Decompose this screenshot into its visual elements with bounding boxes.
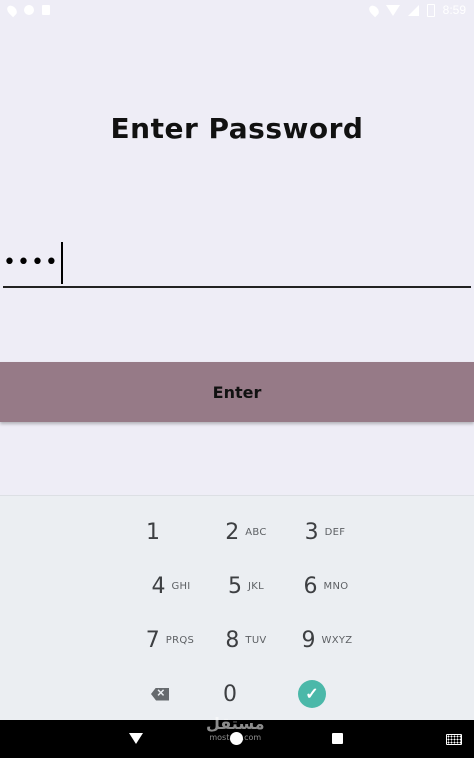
location-icon [5,3,19,17]
watermark: مستقل mostaql.com [206,716,265,742]
key-4[interactable]: 4 GHI [133,563,209,609]
key-letters: WXYZ [321,634,353,646]
wifi-icon [385,4,400,16]
keyboard-switch-icon[interactable] [446,734,462,745]
key-digit: 4 [151,573,166,599]
status-bar: 8:59 [0,0,474,20]
numeric-keyboard: 1 2 ABC 3 DEF 4 GHI 5 JKL 6 MNO 7 PRQS 8… [0,495,474,721]
location-icon [366,3,381,17]
watermark-sub: mostaql.com [209,733,262,742]
key-9[interactable]: 9 WXYZ [289,617,365,663]
checkmark-icon: ✓ [298,680,326,708]
status-time: 8:59 [442,3,466,17]
enter-button[interactable]: Enter [0,362,474,422]
key-letters: PRQS [165,634,195,646]
key-5[interactable]: 5 JKL [208,563,284,609]
status-left [5,3,50,17]
backspace-key[interactable] [122,671,198,717]
key-digit: 3 [304,519,319,545]
password-value: •••• [3,250,59,275]
key-digit: 0 [223,681,237,707]
watermark-main: مستقل [206,714,265,733]
key-letters: JKL [248,580,264,592]
key-3[interactable]: 3 DEF [287,509,363,555]
key-0[interactable]: 0 [192,671,268,717]
key-1[interactable]: 1 [115,509,191,555]
page-title: Enter Password [110,112,364,145]
key-digit: 9 [301,627,316,653]
key-digit: 6 [303,573,318,599]
key-letters: TUV [245,634,267,646]
password-field[interactable]: •••• [3,240,471,288]
key-8[interactable]: 8 TUV [208,617,284,663]
backspace-icon [151,687,169,701]
status-right: 8:59 [366,3,466,17]
cellular-icon [407,4,419,16]
key-letters: DEF [324,526,346,538]
key-letters: MNO [323,580,349,592]
key-digit: 5 [228,573,242,599]
recents-icon[interactable] [332,733,343,744]
key-letters: GHI [171,580,191,592]
key-letters: ABC [245,526,267,538]
text-caret [60,242,63,284]
key-digit: 7 [145,627,160,653]
key-6[interactable]: 6 MNO [288,563,364,609]
sd-card-icon [42,5,50,15]
key-digit: 2 [225,519,240,545]
sync-icon [24,5,34,15]
back-icon[interactable] [129,733,143,744]
battery-icon [426,3,435,17]
done-key[interactable]: ✓ [274,671,350,717]
key-2[interactable]: 2 ABC [208,509,284,555]
key-digit: 8 [225,627,240,653]
key-digit: 1 [146,519,160,545]
key-7[interactable]: 7 PRQS [132,617,208,663]
